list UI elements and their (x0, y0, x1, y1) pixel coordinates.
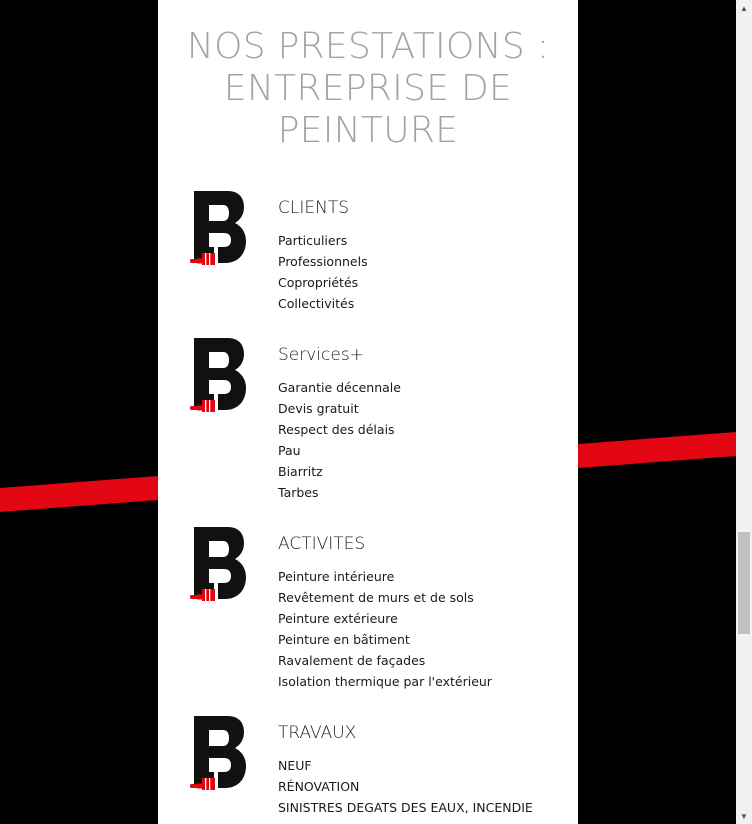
page-title: NOS PRESTATIONS : ENTREPRISE DE PEINTURE (186, 26, 550, 151)
vertical-scrollbar[interactable]: ▲ ▼ (736, 0, 752, 824)
brand-b-paintbrush-icon (190, 338, 246, 412)
travaux-list: NEUF RÉNOVATION SINISTRES DEGATS DES EAU… (278, 755, 533, 818)
list-item[interactable]: RÉNOVATION (278, 776, 533, 797)
list-item[interactable]: SINISTRES DEGATS DES EAUX, INCENDIE (278, 797, 533, 818)
brand-b-paintbrush-icon (190, 527, 246, 601)
section-heading: ACTIVITES (278, 534, 366, 554)
clients-list: Particuliers Professionnels Copropriétés… (278, 230, 368, 314)
list-item[interactable]: Ravalement de façades (278, 650, 492, 671)
activites-list: Peinture intérieure Revêtement de murs e… (278, 566, 492, 692)
list-item[interactable]: Garantie décennale (278, 377, 401, 398)
brand-b-paintbrush-icon (190, 191, 246, 265)
list-item[interactable]: Pau (278, 440, 401, 461)
list-item[interactable]: NEUF (278, 755, 533, 776)
services-panel: NOS PRESTATIONS : ENTREPRISE DE PEINTURE… (158, 0, 578, 824)
list-item[interactable]: Peinture intérieure (278, 566, 492, 587)
page-viewport: NOS PRESTATIONS : ENTREPRISE DE PEINTURE… (0, 0, 752, 824)
list-item[interactable]: Devis gratuit (278, 398, 401, 419)
list-item[interactable]: Tarbes (278, 482, 401, 503)
list-item[interactable]: Particuliers (278, 230, 368, 251)
scroll-up-arrow-icon[interactable]: ▲ (736, 0, 752, 16)
list-item[interactable]: Biarritz (278, 461, 401, 482)
section-heading: TRAVAUX (278, 723, 357, 743)
section-heading: CLIENTS (278, 198, 349, 218)
section-heading: Services+ (278, 345, 364, 365)
list-item[interactable]: Collectivités (278, 293, 368, 314)
list-item[interactable]: Professionnels (278, 251, 368, 272)
brand-b-paintbrush-icon (190, 716, 246, 790)
list-item[interactable]: Peinture extérieure (278, 608, 492, 629)
list-item[interactable]: Respect des délais (278, 419, 401, 440)
list-item[interactable]: Revêtement de murs et de sols (278, 587, 492, 608)
list-item[interactable]: Isolation thermique par l'extérieur (278, 671, 492, 692)
list-item[interactable]: Copropriétés (278, 272, 368, 293)
scrollbar-thumb[interactable] (738, 532, 750, 634)
list-item[interactable]: Peinture en bâtiment (278, 629, 492, 650)
services-list: Garantie décennale Devis gratuit Respect… (278, 377, 401, 503)
scroll-down-arrow-icon[interactable]: ▼ (736, 808, 752, 824)
